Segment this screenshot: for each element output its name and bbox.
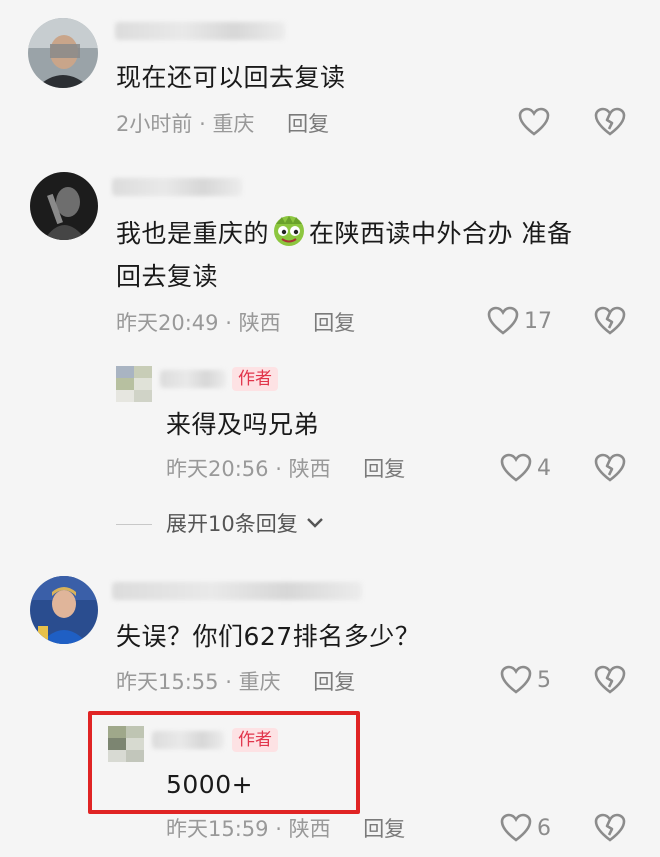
blurred-username[interactable] bbox=[115, 22, 285, 40]
author-badge: 作者 bbox=[232, 728, 278, 752]
heart-icon[interactable] bbox=[487, 306, 519, 336]
reply-button[interactable]: 回复 bbox=[363, 457, 405, 481]
comment-time: 昨天20:49 bbox=[116, 311, 219, 335]
comment-meta: 昨天20:49 · 陕西 回复 bbox=[116, 309, 355, 337]
avatar[interactable] bbox=[116, 366, 152, 402]
broken-heart-icon[interactable] bbox=[594, 107, 626, 137]
broken-heart-icon[interactable] bbox=[594, 665, 626, 695]
blurred-username[interactable] bbox=[112, 582, 362, 600]
expand-replies-button[interactable]: 展开10条回复 bbox=[166, 510, 324, 538]
avatar[interactable] bbox=[108, 726, 144, 762]
comment-region: 陕西 bbox=[238, 311, 281, 335]
blurred-username[interactable] bbox=[160, 370, 226, 388]
separator: · bbox=[225, 670, 232, 694]
separator: · bbox=[225, 311, 232, 335]
reply-button[interactable]: 回复 bbox=[313, 670, 355, 694]
broken-heart-icon[interactable] bbox=[594, 453, 626, 483]
like-count: 5 bbox=[537, 668, 551, 693]
reply-meta: 昨天20:56 · 陕西 回复 bbox=[166, 455, 405, 483]
comment-meta: 昨天15:55 · 重庆 回复 bbox=[116, 668, 355, 696]
separator: · bbox=[199, 112, 206, 136]
heart-icon[interactable] bbox=[500, 665, 532, 695]
avatar[interactable] bbox=[30, 576, 98, 644]
comment-text: 失误？你们627排名多少？ bbox=[116, 622, 421, 651]
comment-text: 现在还可以回去复读 bbox=[116, 63, 346, 92]
avatar[interactable] bbox=[30, 172, 98, 240]
comment-text-line2: 回去复读 bbox=[116, 262, 219, 291]
broken-heart-icon[interactable] bbox=[594, 813, 626, 843]
blurred-username[interactable] bbox=[152, 731, 224, 749]
separator: · bbox=[275, 457, 282, 481]
heart-icon[interactable] bbox=[500, 453, 532, 483]
reply-text: 5000+ bbox=[166, 770, 254, 799]
divider bbox=[116, 524, 152, 525]
reply-time: 昨天15:59 bbox=[166, 817, 269, 841]
heart-icon[interactable] bbox=[518, 107, 550, 137]
comment-meta: 2小时前 · 重庆 回复 bbox=[116, 110, 329, 138]
reply-region: 陕西 bbox=[288, 817, 331, 841]
like-count: 4 bbox=[537, 456, 551, 481]
heart-icon[interactable] bbox=[500, 813, 532, 843]
broken-heart-icon[interactable] bbox=[594, 306, 626, 336]
blurred-username[interactable] bbox=[112, 178, 242, 196]
chevron-down-icon bbox=[307, 518, 324, 528]
comment-region: 重庆 bbox=[238, 670, 281, 694]
like-count: 17 bbox=[524, 309, 552, 334]
comment-region: 重庆 bbox=[212, 112, 255, 136]
comment-time: 2小时前 bbox=[116, 112, 193, 136]
reply-button[interactable]: 回复 bbox=[287, 112, 329, 136]
separator: · bbox=[275, 817, 282, 841]
comment-text: 我也是重庆的 在陕西读中外合办 准备 bbox=[116, 213, 572, 261]
reply-button[interactable]: 回复 bbox=[363, 817, 405, 841]
author-badge: 作者 bbox=[232, 367, 278, 391]
like-count: 6 bbox=[537, 816, 551, 841]
reply-region: 陕西 bbox=[288, 457, 331, 481]
sly-face-emoji-icon bbox=[272, 214, 306, 261]
reply-meta: 昨天15:59 · 陕西 回复 bbox=[166, 815, 405, 843]
reply-text: 来得及吗兄弟 bbox=[166, 410, 320, 439]
reply-time: 昨天20:56 bbox=[166, 457, 269, 481]
reply-button[interactable]: 回复 bbox=[313, 311, 355, 335]
avatar[interactable] bbox=[28, 18, 98, 88]
comment-time: 昨天15:55 bbox=[116, 670, 219, 694]
comment-thread: 现在还可以回去复读 2小时前 · 重庆 回复 我也是重庆的 在陕西读中外合办 准… bbox=[0, 0, 660, 857]
